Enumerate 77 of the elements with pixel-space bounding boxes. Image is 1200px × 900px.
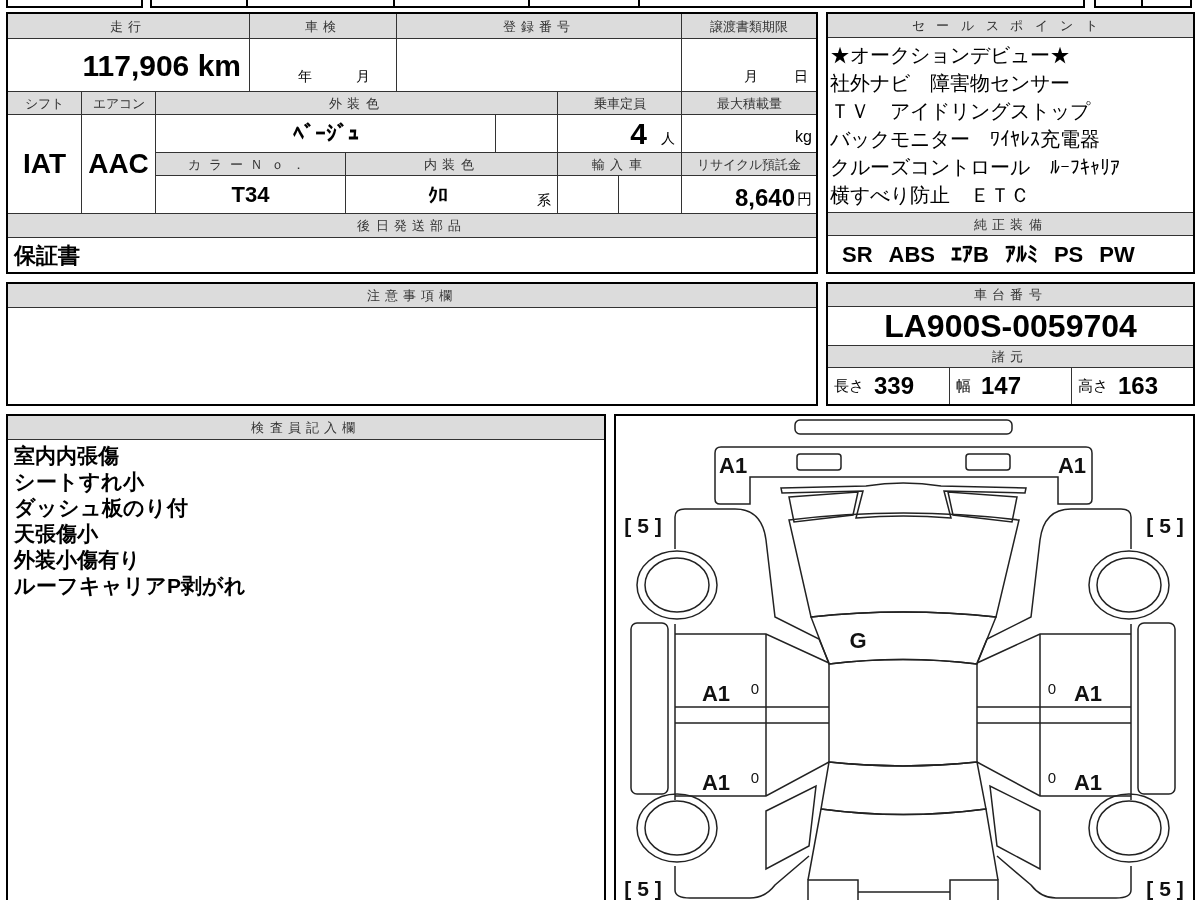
remark-text: 天張傷小: [14, 521, 99, 547]
field-label: 後日発送部品: [8, 214, 816, 237]
spec-value: 339: [874, 371, 915, 401]
field-label: カラーＮｏ．: [156, 153, 345, 175]
damage-code-label: G: [849, 628, 867, 653]
spec-label: 高さ: [1078, 375, 1108, 396]
remark-text: シートすれ小: [14, 469, 145, 495]
sales-point-text: ★オークションデビュー★: [830, 43, 1071, 68]
equipment-item: PS: [1053, 240, 1084, 269]
remark-text: ルーフキャリアP剥がれ: [14, 573, 247, 599]
damage-code-label: A1: [1073, 681, 1103, 706]
field-label: 外装色: [156, 92, 557, 114]
shift-value: IAT: [8, 115, 81, 213]
deposit-value: 8,640: [734, 186, 795, 210]
note-mark-label: 0: [750, 680, 760, 697]
note-mark-label: 0: [750, 769, 760, 786]
note-mark-label: 0: [1047, 680, 1057, 697]
sales-point-text: バックモニター ﾜｲﾔﾚｽ充電器: [830, 127, 1101, 152]
exterior-color-value: ﾍﾞｰｼﾞｭ: [156, 115, 495, 152]
unit-label: 円: [797, 188, 812, 209]
remark-text: 室内内張傷: [14, 443, 120, 469]
mileage-value: 117,906 km: [8, 39, 249, 91]
suffix-label: 系: [537, 191, 551, 210]
tire-tread-label: [ 5 ]: [1146, 514, 1184, 537]
field-label: 検査員記入欄: [8, 416, 604, 440]
equipment-item: ABS: [888, 240, 935, 269]
field-label: 乗車定員: [558, 92, 681, 114]
air-conditioner-value: AAC: [82, 115, 155, 213]
field-label: シフト: [8, 92, 81, 114]
capacity-value: 4: [630, 119, 647, 149]
max-load-unit: kg: [682, 115, 816, 152]
field-label: 純正装備: [828, 212, 1193, 236]
interior-color-value: ｸﾛ: [428, 182, 448, 208]
remark-text: ダッシュ板のり付: [14, 495, 189, 521]
field-label: 最大積載量: [682, 92, 816, 114]
field-label: 輸入車: [558, 153, 681, 175]
damage-code-label: A1: [701, 770, 731, 795]
field-label: 譲渡書類期限: [682, 14, 816, 38]
tire-tread-label: [ 5 ]: [624, 514, 662, 537]
sales-point-text: クルーズコントロール ﾙｰﾌｷｬﾘｱ: [830, 155, 1121, 180]
damage-code-label: A1: [701, 681, 731, 706]
equipment-item: PW: [1099, 240, 1135, 269]
field-label: 登録番号: [397, 14, 681, 38]
later-shipped-parts-value: 保証書: [8, 238, 816, 272]
field-label: 車台番号: [828, 284, 1193, 307]
color-number-value: T34: [156, 176, 345, 213]
equipment-item: ｴｱB: [951, 240, 989, 269]
spec-value: 147: [981, 371, 1022, 401]
note-mark-label: 0: [1047, 769, 1057, 786]
month-unit-label: 月: [744, 67, 758, 86]
field-label: 車検: [250, 14, 396, 38]
month-unit-label: 月: [356, 67, 370, 86]
day-unit-label: 日: [794, 67, 808, 86]
field-label: 内装色: [346, 153, 557, 175]
chassis-number: LA900S-0059704: [883, 306, 1138, 345]
spec-value: 163: [1118, 371, 1159, 401]
unit-label: 人: [661, 129, 675, 148]
field-label: 注意事項欄: [8, 284, 816, 308]
remark-text: 外装小傷有り: [14, 547, 142, 573]
sales-point-text: ＴＶ アイドリングストップ: [830, 99, 1092, 124]
tire-tread-label: [ 5 ]: [624, 877, 662, 900]
field-label: 走行: [8, 14, 249, 38]
equipment-item: SR: [842, 240, 873, 269]
damage-code-label: A1: [1073, 770, 1103, 795]
spec-label: 長さ: [834, 375, 864, 396]
field-label: エアコン: [82, 92, 155, 114]
field-label: 諸元: [828, 344, 1193, 368]
damage-code-label: A1: [719, 453, 748, 478]
field-label: セールスポイント: [828, 14, 1193, 38]
equipment-item: ｱﾙﾐ: [1004, 240, 1038, 269]
field-label: リサイクル預託金: [682, 153, 816, 175]
spec-label: 幅: [956, 375, 971, 396]
sales-point-text: 横すべり防止 ＥＴＣ: [830, 183, 1031, 208]
damage-code-label: A1: [1057, 453, 1086, 478]
tire-tread-label: [ 5 ]: [1146, 877, 1184, 900]
year-unit-label: 年: [298, 67, 312, 86]
sales-point-text: 社外ナビ 障害物センサー: [830, 71, 1071, 96]
